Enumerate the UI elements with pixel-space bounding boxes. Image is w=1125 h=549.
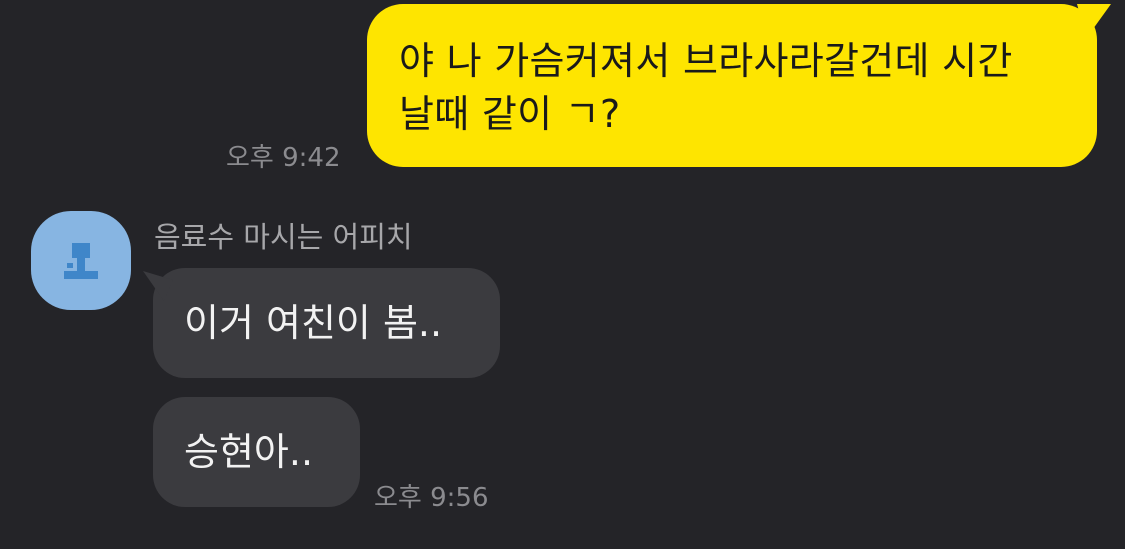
outgoing-message-bubble[interactable]: 야 나 가슴커져서 브라사라갈건데 시간 날때 같이 ㄱ? <box>367 4 1111 167</box>
sender-avatar[interactable] <box>31 211 131 310</box>
incoming-message-text: 승현아.. <box>184 430 314 474</box>
bubble-tail <box>1077 4 1111 38</box>
incoming-message-bubble[interactable]: 승현아.. <box>153 397 360 507</box>
default-profile-icon <box>64 243 98 279</box>
outgoing-message-text: 야 나 가슴커져서 브라사라갈건데 시간 날때 같이 ㄱ? <box>399 39 1013 136</box>
incoming-message-bubble[interactable]: 이거 여친이 봄.. <box>143 268 500 378</box>
incoming-message-time: 오후 9:56 <box>374 483 489 513</box>
chat-room: 야 나 가슴커져서 브라사라갈건데 시간 날때 같이 ㄱ? 오후 9:42 음료… <box>0 0 1125 549</box>
incoming-message-text: 이거 여친이 봄.. <box>184 301 443 345</box>
outgoing-message-time: 오후 9:42 <box>226 143 341 173</box>
bubble-tail <box>143 271 173 301</box>
sender-name[interactable]: 음료수 마시는 어피치 <box>154 214 413 256</box>
